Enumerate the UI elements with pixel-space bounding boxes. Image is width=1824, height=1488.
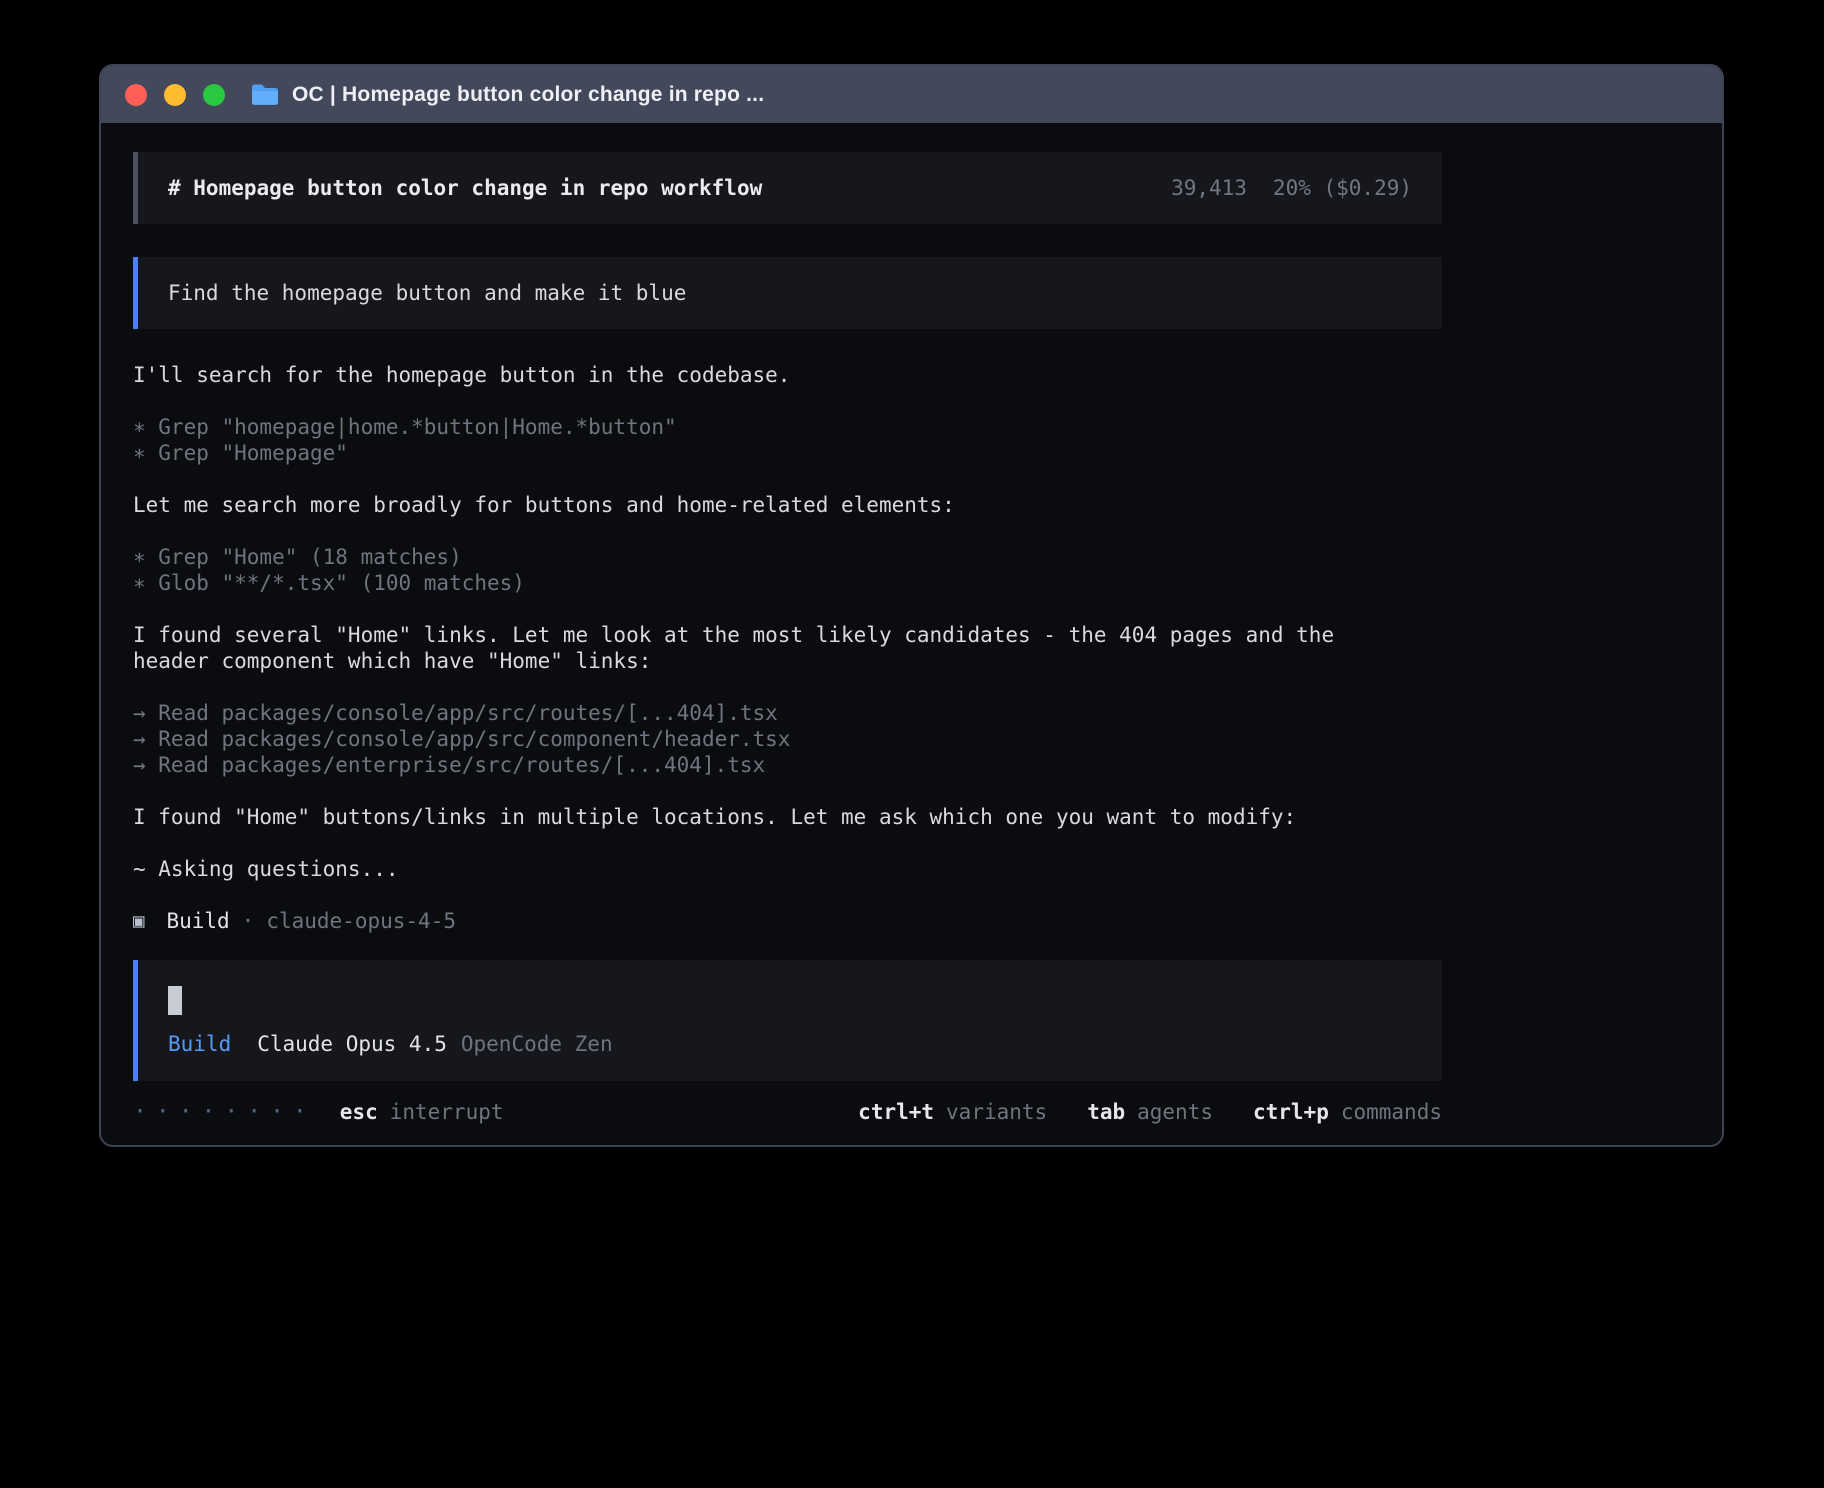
assistant-text: I found several "Home" links. Let me loo… xyxy=(133,622,1442,648)
terminal-window: OC | Homepage button color change in rep… xyxy=(99,64,1724,1147)
hint-key: ctrl+t xyxy=(858,1099,934,1125)
agent-name: Build xyxy=(166,908,229,934)
window-titlebar[interactable]: OC | Homepage button color change in rep… xyxy=(101,66,1722,123)
zoom-button[interactable] xyxy=(203,84,225,106)
prompt-input[interactable]: Build Claude Opus 4.5 OpenCode Zen xyxy=(133,960,1442,1081)
close-button[interactable] xyxy=(125,84,147,106)
token-count: 39,413 xyxy=(1171,175,1247,201)
session-view: # Homepage button color change in repo w… xyxy=(133,123,1442,1125)
tool-call-line: ∗ Glob "**/*.tsx" (100 matches) xyxy=(133,570,1442,596)
tool-call-line: ∗ Grep "Homepage" xyxy=(133,440,1442,466)
tool-call-line: ∗ Grep "homepage|home.*button|Home.*butt… xyxy=(133,414,1442,440)
hint-variants: ctrl+t variants xyxy=(858,1099,1047,1125)
hint-key: ctrl+p xyxy=(1253,1099,1329,1125)
hint-commands: ctrl+p commands xyxy=(1253,1099,1442,1125)
input-status-row: Build Claude Opus 4.5 OpenCode Zen xyxy=(168,1031,1412,1057)
context-cost: 20% ($0.29) xyxy=(1273,175,1412,201)
hint-agents: tab agents xyxy=(1087,1099,1213,1125)
assistant-text: I found "Home" buttons/links in multiple… xyxy=(133,804,1442,830)
mode-indicator: Build xyxy=(168,1031,231,1057)
window-title: OC | Homepage button color change in rep… xyxy=(292,83,764,107)
hint-label: commands xyxy=(1341,1099,1442,1125)
spinner-dots: ········ xyxy=(133,1099,316,1125)
provider-indicator: OpenCode Zen xyxy=(461,1031,613,1057)
hint-key: esc xyxy=(340,1099,378,1125)
tool-call-line: ∗ Grep "Home" (18 matches) xyxy=(133,544,1442,570)
session-stats: 39,413 20% ($0.29) xyxy=(1171,175,1412,201)
minimize-button[interactable] xyxy=(164,84,186,106)
assistant-text: I'll search for the homepage button in t… xyxy=(133,362,1442,388)
file-read-line: → Read packages/console/app/src/componen… xyxy=(133,726,1442,752)
user-message-text: Find the homepage button and make it blu… xyxy=(168,281,686,305)
hint-key: tab xyxy=(1087,1099,1125,1125)
agent-icon: ▣ xyxy=(133,908,144,934)
file-read-line: → Read packages/enterprise/src/routes/[.… xyxy=(133,752,1442,778)
hint-label: agents xyxy=(1137,1099,1213,1125)
agent-status-row: ▣ Build · claude-opus-4-5 xyxy=(133,908,1442,934)
assistant-text: Let me search more broadly for buttons a… xyxy=(133,492,1442,518)
hint-label: variants xyxy=(946,1099,1047,1125)
hint-interrupt: esc interrupt xyxy=(340,1099,504,1125)
agent-separator: · xyxy=(242,908,255,934)
file-read-line: → Read packages/console/app/src/routes/[… xyxy=(133,700,1442,726)
model-indicator: Claude Opus 4.5 xyxy=(257,1031,447,1057)
folder-icon xyxy=(251,83,279,106)
session-header: # Homepage button color change in repo w… xyxy=(133,152,1442,224)
window-controls xyxy=(125,84,225,106)
agent-model: claude-opus-4-5 xyxy=(266,908,456,934)
hint-label: interrupt xyxy=(390,1099,504,1125)
status-bar: ········ esc interrupt ctrl+t variants t… xyxy=(133,1099,1442,1125)
assistant-text: header component which have "Home" links… xyxy=(133,648,1442,674)
status-line: ~ Asking questions... xyxy=(133,856,1442,882)
session-title: # Homepage button color change in repo w… xyxy=(168,175,762,201)
user-message: Find the homepage button and make it blu… xyxy=(133,257,1442,329)
text-cursor xyxy=(168,986,182,1015)
